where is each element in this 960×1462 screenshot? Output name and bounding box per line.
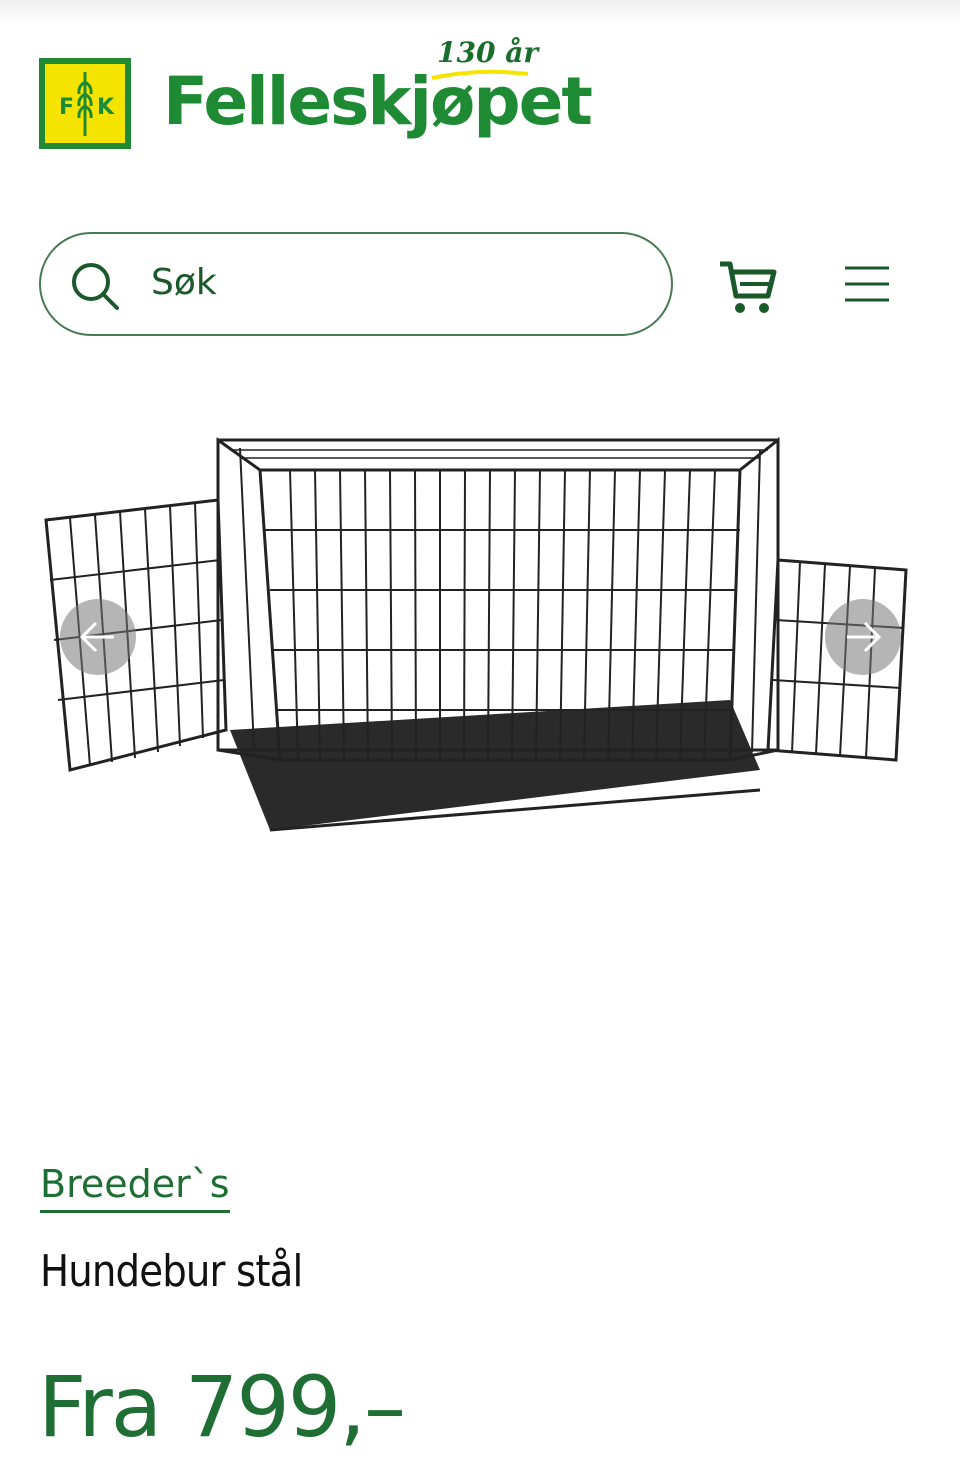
status-bar-area: [0, 0, 960, 24]
product-price: Fra 799,–: [38, 1358, 406, 1456]
gallery-next-button[interactable]: [825, 599, 901, 675]
cart-icon[interactable]: [718, 258, 778, 316]
gallery-prev-button[interactable]: [60, 599, 136, 675]
anniversary-swoosh-icon: [431, 69, 529, 80]
site-header: F K Felleskjøpet 130 år Søk: [0, 24, 960, 344]
svg-text:F: F: [59, 95, 74, 120]
product-brand-link[interactable]: Breeder`s: [40, 1160, 230, 1213]
dog-crate-image: [44, 436, 908, 832]
search-field[interactable]: Søk: [39, 232, 673, 336]
product-title: Hundebur stål: [40, 1246, 303, 1297]
arrow-left-icon: [79, 621, 114, 653]
svg-text:K: K: [97, 95, 115, 120]
search-input[interactable]: Søk: [151, 262, 217, 303]
felleskjopet-logo-icon[interactable]: F K: [39, 58, 131, 149]
anniversary-badge: 130 år: [437, 36, 539, 69]
product-image-gallery[interactable]: [0, 344, 960, 1084]
hamburger-menu-icon[interactable]: [843, 264, 891, 304]
search-icon: [72, 263, 119, 310]
arrow-right-icon: [847, 621, 882, 653]
